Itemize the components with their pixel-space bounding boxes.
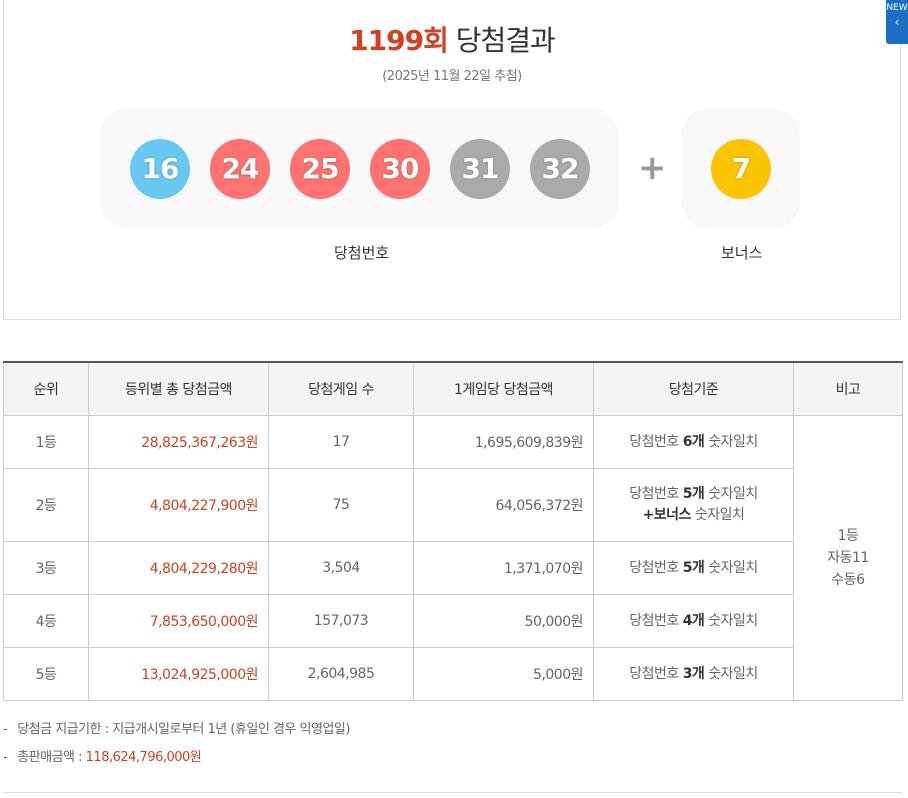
prize-per-game-cell: 1,695,609,839원 [413, 415, 594, 469]
criteria-text: 숫자일치 [704, 665, 758, 682]
total-sales-label: 총판매금액 : [17, 750, 86, 765]
plus-icon: + [638, 148, 667, 188]
prize-per-game-cell: 64,056,372원 [413, 468, 594, 542]
winning-numbers-label: 당첨번호 [334, 244, 390, 262]
criteria-cell: 당첨번호 5개 숫자일치 [593, 541, 794, 595]
prize-per-game-cell: 1,371,070원 [413, 541, 594, 595]
total-prize-cell: 13,024,925,000원 [88, 647, 269, 701]
criteria-text: 당첨번호 [629, 612, 683, 629]
criteria-cell: 당첨번호 4개 숫자일치 [593, 594, 794, 648]
total-prize-cell: 4,804,229,280원 [88, 541, 269, 595]
page-title: 1199회 당첨결과 [4, 19, 900, 59]
winner-count-cell: 75 [268, 468, 414, 542]
table-row: 2등 4,804,227,900원 75 64,056,372원 당첨번호 5개… [3, 468, 903, 542]
total-prize-cell: 4,804,227,900원 [88, 468, 269, 542]
payout-deadline-text: 당첨금 지급기한 : 지급개시일로부터 1년 (휴일인 경우 익영업일) [17, 722, 350, 737]
title-text: 당첨결과 [455, 24, 556, 57]
bonus-number-panel: 7 [681, 109, 800, 228]
total-sales-note: - 총판매금액 : 118,624,796,000원 [3, 746, 202, 765]
chevron-left-icon: ‹ [894, 15, 900, 29]
bottom-divider [3, 792, 902, 793]
note-cell: 1등 자동11 수동6 [793, 415, 903, 701]
prize-table: 순위 등위별 총 당첨금액 당첨게임 수 1게임당 당첨금액 당첨기준 비고 1… [3, 361, 903, 701]
payout-deadline-note: - 당첨금 지급기한 : 지급개시일로부터 1년 (휴일인 경우 익영업일) [3, 718, 350, 737]
round-number: 1199회 [349, 24, 449, 57]
prize-per-game-cell: 50,000원 [413, 594, 594, 648]
prize-per-game-cell: 5,000원 [413, 647, 594, 701]
criteria-count: 4개 [682, 612, 705, 629]
winner-count-cell: 17 [268, 415, 414, 469]
criteria-text: 당첨번호 [629, 486, 683, 502]
rank-cell: 4등 [3, 594, 89, 648]
criteria-count: 5개 [682, 559, 705, 576]
table-row: 5등 13,024,925,000원 2,604,985 5,000원 당첨번호… [3, 647, 903, 701]
criteria-cell: 당첨번호 5개 숫자일치 +보너스 숫자일치 [593, 468, 794, 542]
winning-ball: 31 [450, 139, 510, 199]
table-row: 3등 4,804,229,280원 3,504 1,371,070원 당첨번호 … [3, 541, 903, 595]
criteria-cell: 당첨번호 3개 숫자일치 [593, 647, 794, 701]
draw-date: (2025년 11월 22일 추첨) [382, 69, 522, 84]
side-tab-button[interactable]: NEW ‹ [886, 0, 908, 44]
criteria-text: 숫자일치 [704, 433, 758, 450]
winner-count-cell: 157,073 [268, 594, 414, 648]
criteria-text: 당첨번호 [629, 433, 683, 450]
header-note: 비고 [793, 361, 903, 416]
criteria-text: 당첨번호 [629, 665, 683, 682]
note-line: 1등 [837, 528, 859, 544]
winning-ball: 32 [530, 139, 590, 199]
table-row: 4등 7,853,650,000원 157,073 50,000원 당첨번호 4… [3, 594, 903, 648]
header-rank: 순위 [3, 361, 89, 416]
rank-cell: 5등 [3, 647, 89, 701]
criteria-text: 숫자일치 [704, 486, 758, 502]
winner-count-cell: 3,504 [268, 541, 414, 595]
winning-ball: 24 [210, 139, 270, 199]
bonus-label: 보너스 [721, 244, 763, 262]
criteria-text: 숫자일치 [704, 612, 758, 629]
rank-cell: 3등 [3, 541, 89, 595]
criteria-bonus: +보너스 [642, 507, 692, 523]
table-row: 1등 28,825,367,263원 17 1,695,609,839원 당첨번… [3, 415, 903, 701]
criteria-cell: 당첨번호 6개 숫자일치 [593, 415, 794, 469]
winning-ball: 25 [290, 139, 350, 199]
header-prize-per-game: 1게임당 당첨금액 [413, 361, 594, 416]
winning-ball: 30 [370, 139, 430, 199]
rank-cell: 2등 [3, 468, 89, 542]
table-header-row: 순위 등위별 총 당첨금액 당첨게임 수 1게임당 당첨금액 당첨기준 비고 [3, 361, 903, 416]
total-prize-cell: 7,853,650,000원 [88, 594, 269, 648]
list-dash: - [3, 722, 8, 737]
winning-ball: 16 [130, 139, 190, 199]
criteria-count: 6개 [682, 433, 705, 450]
criteria-count: 3개 [682, 665, 705, 682]
note-line: 자동11 [827, 550, 869, 566]
criteria-count: 5개 [682, 486, 705, 502]
criteria-text: 숫자일치 [690, 507, 745, 523]
note-line: 수동6 [831, 572, 865, 588]
header-criteria: 당첨기준 [593, 361, 794, 416]
winner-count-cell: 2,604,985 [268, 647, 414, 701]
list-dash: - [3, 750, 8, 765]
criteria-text: 당첨번호 [629, 559, 683, 576]
total-sales-value: 118,624,796,000원 [85, 750, 202, 765]
winning-numbers-panel: 16 24 25 30 31 32 [100, 109, 619, 228]
side-tab-text: NEW [886, 3, 908, 13]
total-prize-cell: 28,825,367,263원 [88, 415, 269, 469]
bonus-ball: 7 [711, 139, 771, 199]
criteria-text: 숫자일치 [704, 559, 758, 576]
header-winner-count: 당첨게임 수 [268, 361, 414, 416]
rank-cell: 1등 [3, 415, 89, 469]
header-total-prize: 등위별 총 당첨금액 [88, 361, 269, 416]
